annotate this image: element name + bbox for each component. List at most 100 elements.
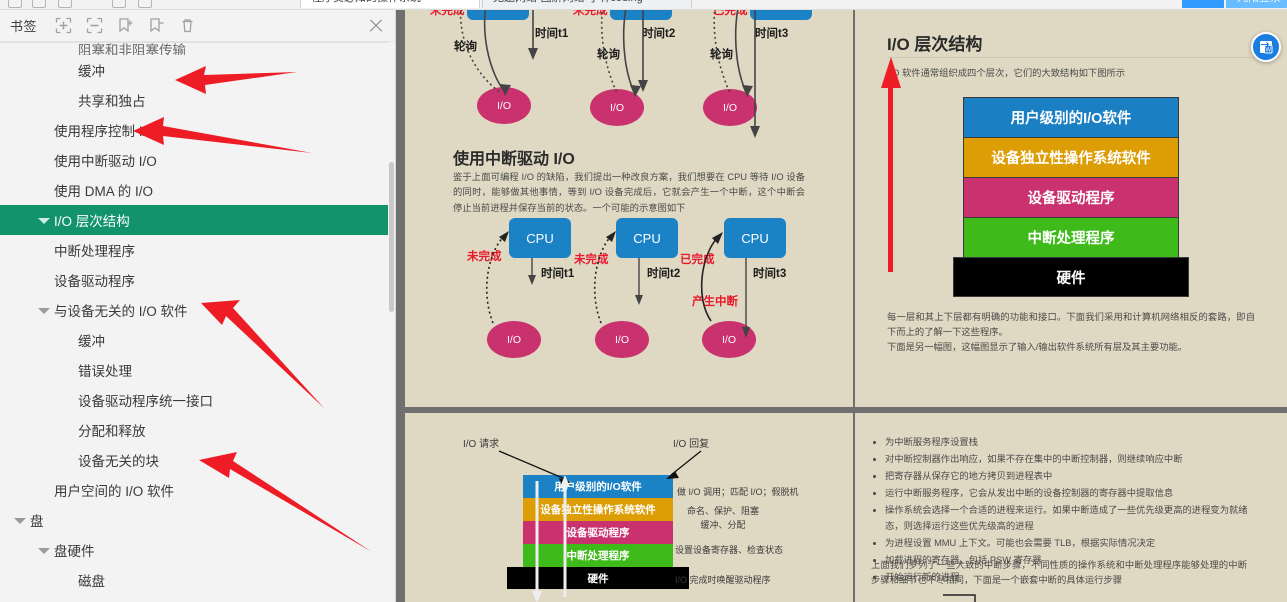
bookmark-item[interactable]: 磁盘 (0, 565, 395, 595)
bookmark-item-label: 中断处理程序 (54, 244, 135, 259)
bookmark-item[interactable]: 阻塞和非阻塞传输 (0, 42, 395, 56)
section-paragraph: 鉴于上面可编程 I/O 的缺陷，我们提出一种改良方案，我们想要在 CPU 等待 … (453, 172, 805, 213)
bookmark-item-label: 分配和释放 (78, 424, 146, 439)
bookmark-item-label: 设备驱动程序统一接口 (78, 394, 213, 409)
document-tab-4[interactable]: 九阳豆浆 (1226, 0, 1287, 8)
undo-icon[interactable] (8, 0, 22, 8)
layer-driver: 设备驱动程序 (963, 177, 1179, 217)
thumbnail-icon[interactable] (112, 0, 126, 8)
divider (887, 57, 1255, 58)
bookmark-item[interactable]: 设备驱动程序 (0, 265, 395, 295)
bookmark-item-label: 错误处理 (78, 364, 132, 379)
bookmark-item[interactable]: 设备驱动程序统一接口 (0, 385, 395, 415)
collapse-all-icon[interactable] (86, 17, 103, 34)
document-tab-1[interactable]: 程序员必知的操作系统 ✕ (300, 0, 480, 8)
flowchart-connector (943, 594, 976, 602)
bookmark-item-label: 阻塞和非阻塞传输 (78, 42, 186, 56)
bookmark-panel: 书签 阻塞和非阻塞传输 缓冲 共享和独占 使用程序控制 I/O 使用中断驱动 I… (0, 10, 396, 602)
list-item: 运行中断服务程序，它会从发出中断的设备控制器的寄存器中提取信息 (885, 486, 1257, 502)
bookmark-item[interactable]: 使用中断驱动 I/O (0, 145, 395, 175)
layer-hardware: 硬件 (953, 257, 1189, 297)
page-heading: I/O 层次结构 (887, 35, 983, 54)
bookmark-item[interactable]: 错误处理 (0, 355, 395, 385)
document-viewport[interactable]: 未完成 未完成 已完成 轮询 轮询 轮询 时间t1 时间t2 时间t3 I/O … (396, 10, 1287, 602)
bookmark-item[interactable]: 盘 (0, 505, 395, 535)
list-item: 操作系统会选择一个合适的进程来运行。如果中断造成了一些优先级更高的进程变为就绪态… (885, 503, 1257, 535)
bookmark-item[interactable]: 缓冲 (0, 55, 395, 85)
bookmark-item-label: I/O 层次结构 (54, 214, 130, 229)
pdf-to-word-button[interactable]: W (1251, 32, 1281, 62)
bookmark-item[interactable]: 中断处理程序 (0, 235, 395, 265)
tab-badge[interactable]: 85 (1182, 0, 1224, 8)
bookmark-item[interactable]: 设备无关的块 (0, 445, 395, 475)
bookmark-item-label: 使用程序控制 I/O (54, 124, 157, 139)
bookmark-item[interactable]: 缓冲 (0, 325, 395, 355)
bookmark-item-label: 设备驱动程序 (54, 274, 135, 289)
tab-badge-label: 85 (1197, 0, 1209, 1)
document-tab-4-label: 九阳豆浆 (1237, 0, 1281, 4)
bookmark-item-label: 缓冲 (78, 64, 105, 79)
page-left-bottom: I/O 请求 I/O 回复 用户级别的I/O软件 设备独立性操作系统软件 设备驱… (405, 413, 853, 602)
redo-icon[interactable] (32, 0, 46, 8)
expand-triangle-icon[interactable] (14, 514, 27, 527)
expand-triangle-icon[interactable] (38, 304, 51, 317)
delete-icon[interactable] (179, 17, 196, 34)
intro-paragraph: I/O 软件通常组织成四个层次，它们的大致结构如下图所示 (887, 68, 1126, 78)
svg-text:W: W (1265, 48, 1271, 54)
bookmark-item[interactable]: 分配和释放 (0, 415, 395, 445)
bookmark-item-label: 使用中断驱动 I/O (54, 154, 157, 169)
list-item: 为中断服务程序设置栈 (885, 435, 1257, 451)
bookmark-item[interactable]: 盘硬件 (0, 535, 395, 565)
bookmark-item[interactable]: 共享和独占 (0, 85, 395, 115)
application-toolbar-strip: 程序员必知的操作系统 ✕ 无题网络-图解网络-小林coding ✕ 85 九阳豆… (0, 0, 1287, 10)
bookmark-item[interactable]: 使用程序控制 I/O (0, 115, 395, 145)
bookmark-item[interactable]: 使用 DMA 的 I/O (0, 175, 395, 205)
expand-triangle-icon[interactable] (38, 214, 51, 227)
bookmark-item-label: 磁盘 (78, 574, 105, 589)
bookmark-item[interactable]: 用户空间的 I/O 软件 (0, 475, 395, 505)
body-paragraph-2: 下面是另一幅图，这幅图显示了输入/输出软件系统所有层及其主要功能。 (887, 342, 1188, 352)
bookmark-item-label: 与设备无关的 I/O 软件 (54, 304, 188, 319)
sidebar-scrollbar[interactable] (388, 42, 395, 602)
list-item: 为进程设置 MMU 上下文。可能也会需要 TLB，根据实际情况决定 (885, 536, 1257, 552)
interrupt-driven-diagram: CPU CPU CPU 未完成 未完成 已完成 产生中断 时间t1 时间t2 时… (405, 213, 853, 373)
close-panel-icon[interactable] (367, 17, 385, 35)
bookmark-item-label: 使用 DMA 的 I/O (54, 184, 154, 199)
add-bookmark-icon[interactable] (117, 17, 134, 34)
bookmark-item[interactable]: 与设备无关的 I/O 软件 (0, 295, 395, 325)
page-right-top: I/O 层次结构 I/O 软件通常组织成四个层次，它们的大致结构如下图所示 用户… (855, 10, 1287, 407)
list-item: 对中断控制器作出响应，如果不存在集中的中断控制器，则继续响应中断 (885, 452, 1257, 468)
body-paragraph-1: 每一层和其上下层都有明确的功能和接口。下面我们采用和计算机网络相反的套路，即自下… (887, 312, 1255, 338)
bookmark-tree[interactable]: 阻塞和非阻塞传输 缓冲 共享和独占 使用程序控制 I/O 使用中断驱动 I/O 使用 DM… (0, 42, 395, 602)
expand-all-icon[interactable] (55, 17, 72, 34)
bookmark-item[interactable]: I/O 层次结构 (0, 205, 395, 235)
section-heading: 使用中断驱动 I/O (453, 151, 575, 168)
document-tab-2-label: 无题网络-图解网络-小林coding (493, 0, 643, 4)
outline-icon[interactable] (138, 0, 152, 8)
page-left-top: 未完成 未完成 已完成 轮询 轮询 轮询 时间t1 时间t2 时间t3 I/O … (405, 10, 853, 407)
layer-interrupt: 中断处理程序 (963, 217, 1179, 257)
page-view-icon[interactable] (58, 0, 72, 8)
expand-triangle-icon[interactable] (38, 544, 51, 557)
bookmark-item-label: 共享和独占 (78, 94, 146, 109)
scrollbar-thumb[interactable] (389, 162, 394, 312)
bookmark-panel-title: 书签 (10, 19, 38, 34)
remove-bookmark-icon[interactable] (148, 17, 165, 34)
word-convert-icon: W (1260, 41, 1273, 54)
document-tab-1-label: 程序员必知的操作系统 (311, 0, 421, 4)
document-tab-2[interactable]: 无题网络-图解网络-小林coding ✕ (482, 0, 692, 8)
bookmark-item-label: 盘硬件 (54, 544, 95, 559)
bookmark-item-label: 缓冲 (78, 334, 105, 349)
